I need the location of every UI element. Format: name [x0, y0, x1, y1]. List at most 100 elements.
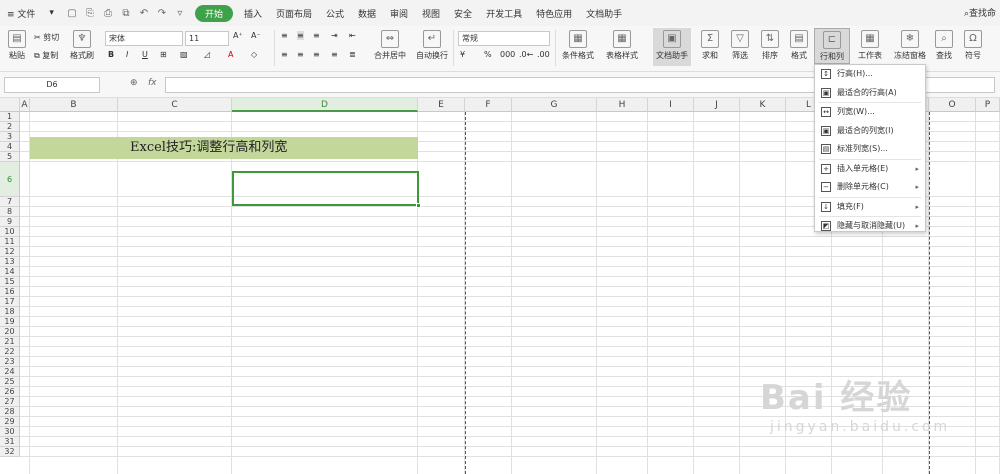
row-header-5[interactable]: 5: [0, 152, 20, 162]
table-style-button[interactable]: ▦ 表格样式: [602, 30, 642, 61]
align-top-icon[interactable]: ≡: [281, 31, 288, 40]
currency-icon[interactable]: ¥: [460, 50, 465, 59]
row-header-32[interactable]: 32: [0, 447, 20, 457]
name-box[interactable]: D6: [4, 77, 100, 93]
row-header-26[interactable]: 26: [0, 387, 20, 397]
symbol-button[interactable]: Ω 符号: [960, 30, 986, 61]
row-header-9[interactable]: 9: [0, 217, 20, 227]
tab-review[interactable]: 审阅: [383, 7, 415, 20]
font-name-select[interactable]: 宋体: [105, 31, 183, 46]
row-header-28[interactable]: 28: [0, 407, 20, 417]
merge-center-button[interactable]: ⇔ 合并居中: [370, 30, 410, 61]
highlight-icon[interactable]: ◿: [204, 50, 210, 59]
title-cell[interactable]: Excel技巧:调整行高和列宽: [30, 137, 418, 159]
column-header-p[interactable]: P: [976, 98, 1000, 112]
fill-color-icon[interactable]: ▨: [180, 50, 188, 59]
redo-icon[interactable]: ↷: [155, 8, 169, 19]
customize-icon[interactable]: ▿: [173, 8, 187, 19]
row-header-20[interactable]: 20: [0, 327, 20, 337]
align-right-icon[interactable]: ≡: [313, 50, 320, 59]
row-header-17[interactable]: 17: [0, 297, 20, 307]
sum-button[interactable]: Σ 求和: [697, 30, 723, 61]
row-header-8[interactable]: 8: [0, 207, 20, 217]
tab-security[interactable]: 安全: [447, 7, 479, 20]
outdent-icon[interactable]: ⇤: [349, 31, 356, 40]
tab-view[interactable]: 视图: [415, 7, 447, 20]
chevron-down-icon[interactable]: ▾: [42, 8, 61, 18]
fx-icon[interactable]: fx: [148, 78, 157, 88]
column-header-g[interactable]: G: [512, 98, 597, 112]
tab-home[interactable]: 开始: [194, 4, 233, 22]
underline-icon[interactable]: U: [142, 50, 148, 59]
font-size-select[interactable]: 11: [185, 31, 229, 46]
row-header-30[interactable]: 30: [0, 427, 20, 437]
column-header-h[interactable]: H: [597, 98, 648, 112]
row-header-11[interactable]: 11: [0, 237, 20, 247]
format-painter-button[interactable]: ♆ 格式刷: [68, 30, 96, 61]
increase-decimal-icon[interactable]: .0←: [519, 50, 533, 59]
freeze-button[interactable]: ❄ 冻结窗格: [890, 30, 930, 61]
row-header-21[interactable]: 21: [0, 337, 20, 347]
row-header-19[interactable]: 19: [0, 317, 20, 327]
border-icon[interactable]: ⊞: [160, 50, 167, 59]
thousands-icon[interactable]: 000: [500, 50, 515, 59]
number-format-select[interactable]: 常规: [458, 31, 550, 46]
filter-button[interactable]: ▽ 筛选: [727, 30, 753, 61]
column-header-b[interactable]: B: [30, 98, 118, 112]
undo-icon[interactable]: ↶: [137, 8, 151, 19]
select-all-corner[interactable]: [0, 98, 20, 112]
search-command[interactable]: ⌕查找命: [964, 6, 996, 19]
italic-icon[interactable]: I: [126, 50, 128, 59]
tab-insert[interactable]: 插入: [237, 7, 269, 20]
menu-item-autofit-row[interactable]: ▣ 最适合的行高(A): [815, 84, 925, 103]
clear-icon[interactable]: ◇: [251, 50, 257, 59]
column-header-i[interactable]: I: [648, 98, 694, 112]
find-button[interactable]: ⌕ 查找: [932, 30, 956, 61]
row-header-27[interactable]: 27: [0, 397, 20, 407]
doc-helper-button[interactable]: ▣ 文档助手: [653, 28, 691, 66]
row-header-25[interactable]: 25: [0, 377, 20, 387]
menu-item-delete-cell[interactable]: − 删除单元格(C) ▸: [815, 178, 925, 197]
menu-item-hide[interactable]: ◩ 隐藏与取消隐藏(U) ▸: [815, 217, 925, 236]
copy-button[interactable]: ⧉ 复制: [34, 50, 58, 61]
fill-handle[interactable]: [416, 203, 421, 208]
font-color-icon[interactable]: A: [228, 50, 233, 59]
align-left-icon[interactable]: ≡: [281, 50, 288, 59]
justify-icon[interactable]: ≡: [331, 50, 338, 59]
conditional-format-button[interactable]: ▦ 条件格式: [560, 30, 596, 61]
row-header-15[interactable]: 15: [0, 277, 20, 287]
row-header-16[interactable]: 16: [0, 287, 20, 297]
tab-doc-helper[interactable]: 文档助手: [579, 7, 629, 20]
tab-data[interactable]: 数据: [351, 7, 383, 20]
row-header-6[interactable]: 6: [0, 162, 20, 197]
menu-item-autofit-col[interactable]: ▣ 最适合的列宽(I): [815, 122, 925, 141]
row-header-3[interactable]: 3: [0, 132, 20, 142]
column-header-d[interactable]: D: [232, 98, 418, 112]
menu-item-fill[interactable]: ↓ 填充(F) ▸: [815, 198, 925, 217]
cut-button[interactable]: ✂ 剪切: [34, 32, 59, 43]
bold-icon[interactable]: B: [108, 50, 114, 59]
row-header-1[interactable]: 1: [0, 112, 20, 122]
align-middle-icon[interactable]: ≡: [297, 31, 304, 40]
row-header-13[interactable]: 13: [0, 257, 20, 267]
row-header-4[interactable]: 4: [0, 142, 20, 152]
shrink-font-icon[interactable]: A⁻: [251, 31, 261, 40]
column-header-f[interactable]: F: [465, 98, 512, 112]
sort-button[interactable]: ⇅ 排序: [757, 30, 783, 61]
tab-developer[interactable]: 开发工具: [479, 7, 529, 20]
paste-button[interactable]: ▤ 粘贴: [4, 30, 30, 61]
row-col-button[interactable]: ⊏ 行和列: [814, 28, 850, 64]
format-button[interactable]: ▤ 格式: [786, 30, 812, 61]
tab-page-layout[interactable]: 页面布局: [269, 7, 319, 20]
distribute-icon[interactable]: ≣: [349, 50, 356, 59]
indent-icon[interactable]: ⇥: [331, 31, 338, 40]
column-header-j[interactable]: J: [694, 98, 740, 112]
percent-icon[interactable]: %: [484, 50, 492, 59]
row-header-24[interactable]: 24: [0, 367, 20, 377]
tab-special[interactable]: 特色应用: [529, 7, 579, 20]
tab-formula[interactable]: 公式: [319, 7, 351, 20]
wrap-text-button[interactable]: ↵ 自动换行: [414, 30, 450, 61]
menu-item-insert-cell[interactable]: + 插入单元格(E) ▸: [815, 160, 925, 179]
row-header-18[interactable]: 18: [0, 307, 20, 317]
export-icon[interactable]: ⎘: [83, 8, 97, 19]
